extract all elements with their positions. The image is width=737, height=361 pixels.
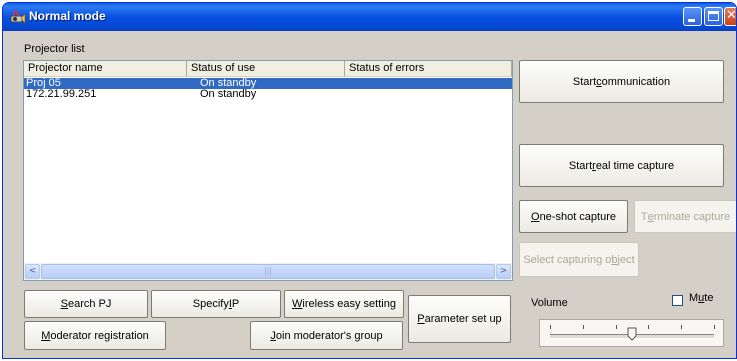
accelerator-key: O <box>531 210 540 223</box>
close-button[interactable]: ✕ <box>724 7 737 26</box>
title-bar[interactable]: Normal mode ✕ <box>3 3 736 31</box>
join-moderators-group-button[interactable]: Join moderator's group <box>250 321 403 350</box>
parameter-set-up-button[interactable]: Parameter set up <box>408 295 511 343</box>
accelerator-key: P <box>417 313 425 325</box>
slider-thumb[interactable] <box>627 327 637 341</box>
slider-tick <box>648 325 650 329</box>
moderator-registration-button[interactable]: Moderator registration <box>24 321 166 350</box>
scroll-thumb[interactable]: ||| <box>41 264 495 279</box>
label-part: ommunication <box>601 75 671 88</box>
table-row[interactable]: 172.21.99.251 On standby <box>24 89 512 100</box>
label-part: oin moderator's group <box>275 329 383 342</box>
label-part: ject <box>617 253 635 266</box>
close-icon: ✕ <box>726 8 737 23</box>
terminate-capture-button[interactable]: Te rminate capture <box>634 200 736 233</box>
start-realtime-capture-button[interactable]: Start r eal time capture <box>519 144 724 187</box>
app-window: Normal mode ✕ Projector list Projector n… <box>2 2 737 359</box>
label-part: P <box>231 298 240 310</box>
volume-label: Volume <box>531 297 568 309</box>
label-part: Start <box>572 75 597 88</box>
column-status-of-use[interactable]: Status of use <box>187 61 345 77</box>
label-part: te <box>704 292 714 304</box>
scroll-right-arrow[interactable]: > <box>496 264 511 279</box>
projector-app-icon <box>10 9 26 24</box>
scroll-left-arrow[interactable]: < <box>25 264 40 279</box>
label-part: ne-shot capture <box>539 210 616 223</box>
slider-tick <box>582 325 584 329</box>
maximize-icon <box>708 11 719 21</box>
label-part: Specify <box>192 298 229 310</box>
wireless-easy-setting-button[interactable]: Wireless easy setting <box>284 290 404 318</box>
oneshot-capture-button[interactable]: One-shot capture <box>519 200 628 233</box>
slider-tick <box>550 325 551 329</box>
start-communication-button[interactable]: Start c ommunication <box>519 60 724 103</box>
cell-status-of-use: On standby <box>200 88 257 100</box>
projector-list-label: Projector list <box>24 43 85 55</box>
window-title: Normal mode <box>29 9 106 23</box>
label-part: rminate capture <box>653 210 731 223</box>
label-part: M <box>689 292 699 304</box>
column-status-of-errors[interactable]: Status of errors <box>345 61 512 77</box>
label-part: earch PJ <box>67 298 112 310</box>
slider-tick <box>681 325 683 329</box>
accelerator-key: W <box>292 298 303 310</box>
label-part: T <box>640 210 648 223</box>
search-pj-button[interactable]: Search PJ <box>24 290 148 318</box>
label-part: eal time capture <box>595 159 675 172</box>
minimize-button[interactable] <box>683 7 702 26</box>
label-part: oderator registration <box>50 329 149 342</box>
maximize-button[interactable] <box>704 7 723 26</box>
horizontal-scrollbar[interactable]: < ||| > <box>24 263 512 280</box>
mute-checkbox[interactable] <box>672 295 683 306</box>
label-part: arameter set up <box>424 313 502 325</box>
column-projector-name[interactable]: Projector name <box>24 61 187 77</box>
label-part: ireless easy setting <box>302 298 396 310</box>
specify-ip-button[interactable]: Specify IP <box>151 290 281 318</box>
minimize-icon <box>688 19 695 22</box>
accelerator-key: S <box>60 298 68 310</box>
slider-tick <box>615 325 617 329</box>
label-part: Start <box>568 159 593 172</box>
accelerator-key: M <box>41 329 51 342</box>
slider-tick <box>714 325 715 329</box>
projector-list[interactable]: Projector name Status of use Status of e… <box>23 60 513 281</box>
cell-projector-name: 172.21.99.251 <box>26 88 97 100</box>
select-capturing-object-button[interactable]: Select capturing o b ject <box>519 242 639 277</box>
label-part: Select capturing o <box>523 253 612 266</box>
mute-label[interactable]: Mute <box>689 292 713 304</box>
table-row[interactable]: Proj 05 On standby <box>24 78 512 89</box>
list-header: Projector name Status of use Status of e… <box>24 61 512 77</box>
volume-slider[interactable] <box>539 319 724 347</box>
